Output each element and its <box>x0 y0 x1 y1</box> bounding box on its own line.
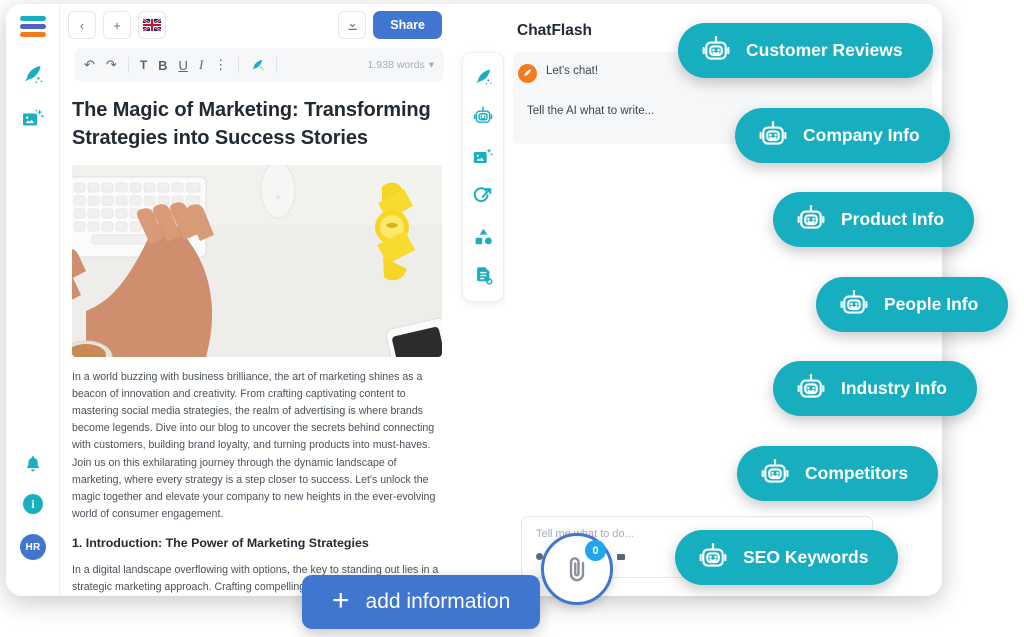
underline-button[interactable]: U <box>179 58 188 73</box>
ai-feather-icon[interactable] <box>250 58 265 73</box>
italic-button[interactable]: I <box>199 57 203 73</box>
divider <box>276 57 278 73</box>
word-count[interactable]: 1.938 words ▾ <box>368 59 434 71</box>
more-options-button[interactable]: ⋮ <box>214 57 227 73</box>
attachment-count-badge: 0 <box>585 540 606 561</box>
document-title: The Magic of Marketing: Transforming Str… <box>72 99 431 150</box>
paperclip-icon <box>569 557 585 582</box>
add-document-button[interactable]: + <box>103 11 131 39</box>
screen-root: i HR ‹ + Share ↶ ↷ T B U I ⋮ 1.938 words… <box>0 0 1024 637</box>
pill-people-info[interactable]: People Info <box>816 277 1009 332</box>
pill-industry-info[interactable]: Industry Info <box>773 361 977 416</box>
ai-image-icon[interactable] <box>21 107 45 131</box>
robot-icon <box>795 204 827 236</box>
info-icon[interactable]: i <box>23 494 43 514</box>
left-sidebar: i HR <box>6 4 60 596</box>
ai-image-icon[interactable] <box>472 146 494 168</box>
app-window: i HR ‹ + Share ↶ ↷ T B U I ⋮ 1.938 words… <box>6 4 942 596</box>
pill-label: People Info <box>884 294 979 314</box>
user-avatar[interactable]: HR <box>20 534 46 560</box>
ai-tools-strip <box>462 52 504 302</box>
bold-button[interactable]: B <box>158 58 167 73</box>
pill-product-info[interactable]: Product Info <box>773 192 975 247</box>
bell-icon[interactable] <box>23 454 43 474</box>
robot-icon <box>757 120 789 152</box>
assistant-avatar-icon <box>518 64 537 83</box>
add-information-button[interactable]: + add information <box>302 575 541 629</box>
add-information-label: add information <box>365 590 511 613</box>
robot-icon[interactable] <box>472 106 494 128</box>
attachment-chip-icon[interactable] <box>615 551 627 563</box>
ai-writer-icon[interactable] <box>21 63 45 87</box>
pill-label: Industry Info <box>841 378 947 398</box>
download-button[interactable] <box>338 11 367 39</box>
app-logo[interactable] <box>19 16 46 37</box>
editor-topbar: ‹ + Share <box>60 4 456 46</box>
pill-competitors[interactable]: Competitors <box>737 446 939 501</box>
seo-search-icon[interactable] <box>472 186 494 208</box>
robot-icon <box>759 458 791 490</box>
pill-seo-keywords[interactable]: SEO Keywords <box>675 530 899 585</box>
document-content[interactable]: The Magic of Marketing: Transforming Str… <box>60 82 456 596</box>
text-size-button[interactable]: T <box>140 58 147 72</box>
download-icon <box>348 20 357 30</box>
pill-customer-reviews[interactable]: Customer Reviews <box>678 23 933 78</box>
pill-label: Product Info <box>841 209 945 229</box>
attachment-bubble[interactable]: 0 <box>541 533 613 605</box>
hero-image <box>72 164 442 357</box>
uk-flag-icon <box>143 19 161 31</box>
robot-icon <box>697 542 729 574</box>
pill-label: Competitors <box>805 463 909 483</box>
robot-icon <box>838 289 870 321</box>
pill-company-info[interactable]: Company Info <box>735 108 950 163</box>
sidebar-tools <box>21 63 45 131</box>
share-button[interactable]: Share <box>373 11 442 39</box>
robot-icon <box>700 35 732 67</box>
document-paragraph-1: In a world buzzing with business brillia… <box>72 370 436 521</box>
document-heading-1: 1. Introduction: The Power of Marketing … <box>72 536 369 551</box>
editor-pane: ‹ + Share ↶ ↷ T B U I ⋮ 1.938 words ▾ Th… <box>60 4 456 596</box>
pill-label: Company Info <box>803 125 920 145</box>
shapes-icon[interactable] <box>473 226 494 247</box>
chevron-down-icon: ▾ <box>428 59 434 71</box>
robot-icon <box>795 373 827 405</box>
language-flag-button[interactable] <box>138 11 166 39</box>
word-count-label: 1.938 words <box>367 59 425 71</box>
undo-button[interactable]: ↶ <box>84 57 95 73</box>
back-button[interactable]: ‹ <box>68 11 96 39</box>
redo-button[interactable]: ↷ <box>106 57 117 73</box>
sidebar-bottom: i HR <box>6 454 60 560</box>
divider <box>238 57 240 73</box>
plus-icon: + <box>332 583 350 617</box>
document-icon[interactable] <box>473 265 494 286</box>
divider <box>127 57 129 73</box>
pill-label: SEO Keywords <box>743 547 869 567</box>
chat-message-text: Let's chat! <box>546 65 599 77</box>
format-toolbar: ↶ ↷ T B U I ⋮ 1.938 words ▾ <box>74 48 444 82</box>
ai-feather-icon[interactable] <box>473 67 494 88</box>
pill-label: Customer Reviews <box>746 40 903 60</box>
